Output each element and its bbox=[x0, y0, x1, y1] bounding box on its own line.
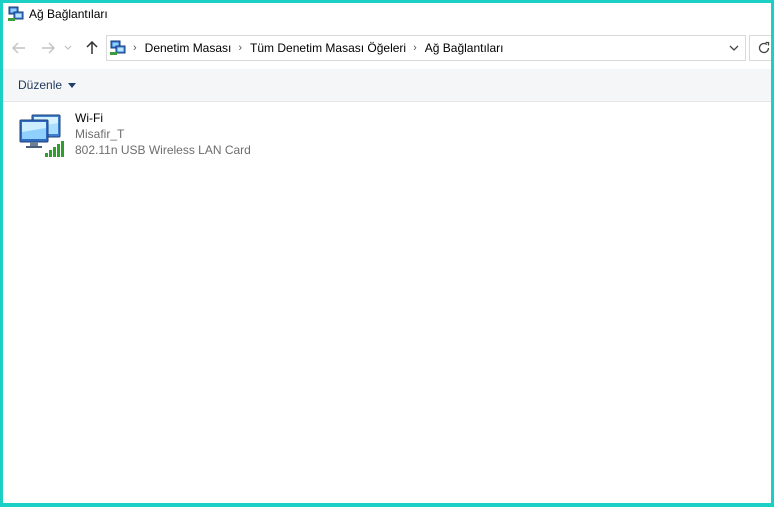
connections-list: Wi-Fi Misafir_T 802.11n USB Wireless LAN… bbox=[3, 102, 771, 503]
caret-down-icon bbox=[68, 82, 77, 88]
title-bar: Ağ Bağlantıları bbox=[3, 3, 771, 25]
address-bar[interactable]: › Denetim Masası › Tüm Denetim Masası Öğ… bbox=[106, 35, 746, 61]
breadcrumb-network-connections[interactable]: Ağ Bağlantıları bbox=[425, 36, 504, 60]
connection-network: Misafir_T bbox=[75, 127, 125, 141]
chevron-down-icon bbox=[729, 45, 739, 51]
navigation-bar: › Denetim Masası › Tüm Denetim Masası Öğ… bbox=[3, 33, 771, 63]
connection-item-wifi[interactable]: Wi-Fi Misafir_T 802.11n USB Wireless LAN… bbox=[18, 110, 278, 162]
forward-button[interactable] bbox=[38, 38, 58, 58]
connection-details: Wi-Fi Misafir_T 802.11n USB Wireless LAN… bbox=[75, 110, 251, 158]
refresh-icon bbox=[758, 41, 770, 54]
arrow-right-icon bbox=[42, 42, 55, 54]
chevron-right-icon[interactable]: › bbox=[238, 36, 242, 60]
refresh-button[interactable] bbox=[749, 35, 771, 61]
back-button[interactable] bbox=[9, 38, 29, 58]
breadcrumb-control-panel[interactable]: Denetim Masası bbox=[145, 36, 232, 60]
network-connections-icon bbox=[8, 6, 24, 21]
chevron-down-icon bbox=[64, 45, 72, 50]
breadcrumb-all-control-panel-items[interactable]: Tüm Denetim Masası Öğeleri bbox=[250, 36, 406, 60]
connection-adapter: 802.11n USB Wireless LAN Card bbox=[75, 143, 251, 157]
control-panel-icon bbox=[110, 40, 126, 55]
organize-label: Düzenle bbox=[18, 78, 63, 92]
arrow-left-icon bbox=[12, 42, 25, 54]
chevron-right-icon[interactable]: › bbox=[133, 36, 137, 60]
explorer-window: Ağ Bağlantıları › Denetim Masası › Tüm D… bbox=[3, 3, 771, 503]
arrow-up-icon bbox=[86, 41, 98, 54]
command-bar: Düzenle bbox=[3, 69, 771, 102]
window-title: Ağ Bağlantıları bbox=[29, 7, 108, 21]
address-dropdown-button[interactable] bbox=[723, 36, 745, 60]
recent-locations-button[interactable] bbox=[62, 38, 74, 58]
signal-strength-bars bbox=[45, 141, 64, 157]
connection-name: Wi-Fi bbox=[75, 111, 103, 125]
up-button[interactable] bbox=[82, 38, 102, 58]
chevron-right-icon[interactable]: › bbox=[413, 36, 417, 60]
wifi-adapter-icon bbox=[19, 114, 64, 157]
organize-menu-button[interactable]: Düzenle bbox=[13, 74, 81, 96]
